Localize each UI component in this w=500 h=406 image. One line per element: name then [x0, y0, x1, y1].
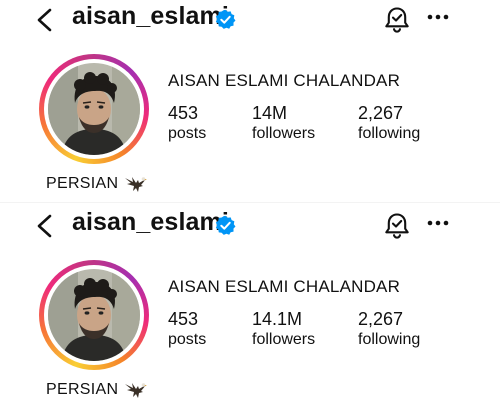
profile-full-name: AISAN ESLAMI CHALANDAR: [168, 71, 401, 90]
profile-username: aisan_eslami: [72, 2, 229, 30]
profile-bio: PERSIAN: [46, 380, 148, 400]
avatar-portrait-image: [48, 63, 140, 155]
bell-check-icon[interactable]: [382, 5, 412, 35]
followers-label[interactable]: followers: [252, 331, 315, 349]
eagle-icon: [125, 383, 148, 398]
bio-text: PERSIAN: [46, 175, 119, 192]
following-label[interactable]: following: [358, 331, 420, 349]
eagle-icon: [125, 177, 148, 192]
profile-header-panel: aisan_eslami AISAN ESLAMI CHALANDAR 453 …: [0, 206, 500, 406]
more-options-icon[interactable]: [426, 12, 450, 22]
avatar-story-ring[interactable]: [39, 260, 149, 370]
posts-label[interactable]: posts: [168, 331, 206, 349]
back-chevron-icon[interactable]: [34, 8, 56, 32]
avatar-portrait-image: [48, 269, 140, 361]
bio-text: PERSIAN: [46, 381, 119, 398]
followers-label[interactable]: followers: [252, 125, 315, 143]
avatar: [48, 63, 140, 155]
bell-check-icon[interactable]: [382, 211, 412, 241]
back-chevron-icon[interactable]: [34, 214, 56, 238]
verified-badge-icon: [215, 215, 236, 235]
profile-username: aisan_eslami: [72, 208, 229, 236]
posts-count[interactable]: 453: [168, 309, 198, 330]
followers-count[interactable]: 14M: [252, 103, 287, 124]
followers-count[interactable]: 14.1M: [252, 309, 302, 330]
profile-full-name: AISAN ESLAMI CHALANDAR: [168, 277, 401, 296]
avatar-border: [44, 59, 144, 159]
posts-label[interactable]: posts: [168, 125, 206, 143]
verified-badge-icon: [215, 9, 236, 29]
avatar: [48, 269, 140, 361]
following-count[interactable]: 2,267: [358, 103, 403, 124]
more-options-icon[interactable]: [426, 218, 450, 228]
screenshot-divider: [0, 202, 500, 203]
profile-header-panel: aisan_eslami AISAN ESLAMI CHALANDAR 453 …: [0, 0, 500, 200]
following-count[interactable]: 2,267: [358, 309, 403, 330]
profile-bio: PERSIAN: [46, 174, 148, 194]
posts-count[interactable]: 453: [168, 103, 198, 124]
avatar-border: [44, 265, 144, 365]
following-label[interactable]: following: [358, 125, 420, 143]
avatar-story-ring[interactable]: [39, 54, 149, 164]
